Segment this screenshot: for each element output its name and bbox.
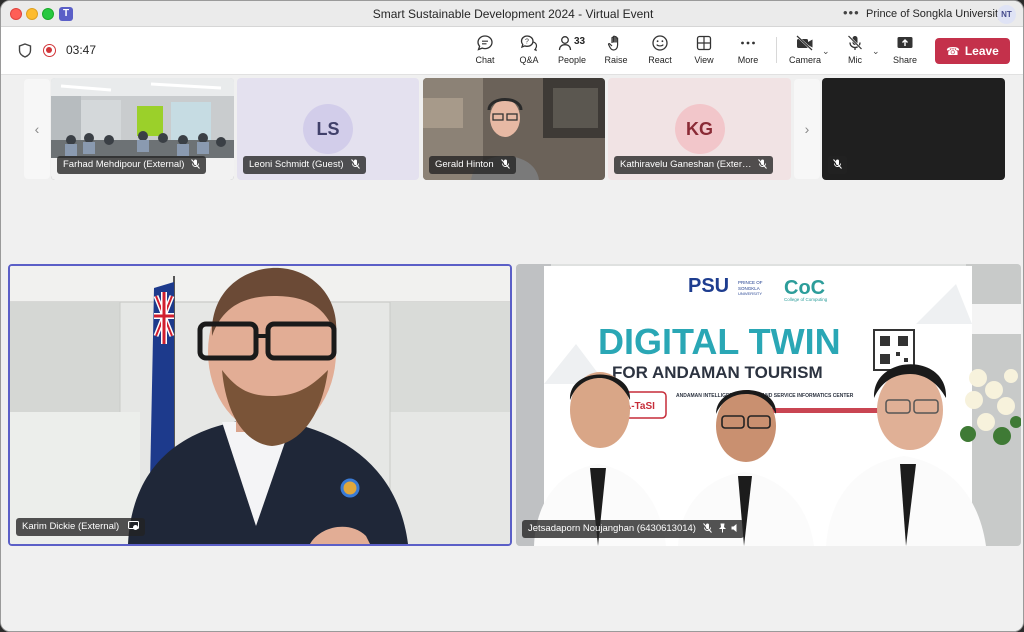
main-video-karim[interactable]: Karim Dickie (External): [8, 264, 512, 546]
participant-name: Leoni Schmidt (Guest): [249, 159, 344, 170]
people-label: People: [557, 55, 587, 65]
screen-share-indicator-icon: [128, 521, 140, 531]
recording-icon: [43, 44, 56, 57]
react-button[interactable]: React: [638, 32, 682, 70]
participant-name: Gerald Hinton: [435, 159, 494, 170]
banner-psu-small-1: PRINCE OF: [738, 280, 763, 285]
banner-psu-logo: PSU: [688, 275, 729, 297]
raise-hand-button[interactable]: Raise: [594, 32, 638, 70]
mic-muted-icon: [191, 159, 201, 170]
people-button[interactable]: 33 People: [550, 32, 594, 70]
mic-button[interactable]: Mic: [833, 32, 877, 70]
svg-text:?: ?: [525, 39, 529, 46]
participant-tile-leoni[interactable]: LS Leoni Schmidt (Guest): [237, 78, 419, 180]
participant-name: Kathiravelu Ganeshan (Exter…: [620, 159, 752, 170]
camera-off-icon: [796, 35, 813, 51]
more-options-icon[interactable]: •••: [843, 5, 860, 20]
speaker-icon: [731, 524, 737, 533]
title-bar: T Smart Sustainable Development 2024 - V…: [1, 1, 1023, 27]
leave-button[interactable]: ☎ Leave: [935, 38, 1010, 64]
participant-name-label: Kathiravelu Ganeshan (Exter…: [614, 156, 774, 174]
teams-window: T Smart Sustainable Development 2024 - V…: [0, 0, 1024, 632]
view-button[interactable]: View: [682, 32, 726, 70]
raise-label: Raise: [604, 55, 628, 65]
participant-name-label: [828, 156, 847, 174]
more-button[interactable]: More: [726, 32, 770, 70]
banner-title: DIGITAL TWIN: [598, 321, 841, 362]
participant-name-label: Jetsadaporn Noujanghan (6430613014): [522, 520, 744, 538]
participant-name: Jetsadaporn Noujanghan (6430613014): [528, 523, 696, 534]
video-feed-karim: [10, 266, 510, 544]
qa-label: Q&A: [519, 55, 539, 65]
chat-icon: [477, 35, 493, 51]
camera-options-chevron-icon[interactable]: ⌄: [822, 46, 830, 57]
mic-muted-icon: [758, 159, 768, 170]
people-count: 33: [574, 36, 586, 47]
participant-name-label: Gerald Hinton: [429, 156, 516, 174]
mic-options-chevron-icon[interactable]: ⌄: [872, 46, 880, 57]
participant-tile-kathiravelu[interactable]: KG Kathiravelu Ganeshan (Exter…: [608, 78, 791, 180]
mic-muted-icon: [500, 159, 510, 170]
banner-coc-subtitle: College of Computing: [784, 297, 828, 302]
ellipsis-icon: [741, 41, 755, 45]
participant-name-label: Karim Dickie (External): [16, 518, 146, 536]
smiley-icon: [652, 35, 668, 51]
raise-hand-icon: [607, 35, 619, 51]
camera-label: Camera: [788, 55, 821, 65]
organization-name: Prince of Songkla University: [866, 8, 1004, 20]
window-bottom-bar: [1, 612, 1023, 631]
share-screen-icon: [897, 37, 913, 48]
participant-name: Farhad Mehdipour (External): [63, 159, 185, 170]
chevron-right-icon: ›: [804, 121, 810, 137]
react-label: React: [648, 55, 672, 65]
mic-label: Mic: [848, 55, 862, 65]
shield-icon: [18, 43, 32, 58]
participant-tile-farhad[interactable]: Farhad Mehdipour (External): [51, 78, 234, 180]
qa-icon: ?: [520, 35, 538, 52]
banner-coc-logo: CoC: [784, 277, 825, 299]
video-feed-jetsadaporn: PSU PRINCE OF SONGKLA UNIVERSITY CoC Col…: [516, 264, 1021, 546]
participant-initials-avatar: KG: [674, 104, 725, 154]
participant-tile-gerald[interactable]: Gerald Hinton: [423, 78, 605, 180]
chevron-left-icon: ‹: [34, 121, 40, 137]
pin-icon[interactable]: [718, 523, 727, 533]
banner-subtitle: FOR ANDAMAN TOURISM: [612, 363, 823, 382]
mic-off-icon: [847, 35, 863, 50]
participant-name-label: Farhad Mehdipour (External): [57, 156, 207, 174]
strip-previous-button[interactable]: ‹: [24, 79, 50, 179]
mic-muted-icon: [833, 159, 842, 170]
leave-label: Leave: [964, 44, 999, 58]
meeting-timer: 03:47: [66, 43, 97, 57]
participant-tile-blank[interactable]: [822, 78, 1005, 180]
strip-next-button[interactable]: ›: [794, 79, 820, 179]
share-label: Share: [892, 55, 918, 65]
camera-button[interactable]: Camera: [783, 32, 827, 70]
banner-psu-small-3: UNIVERSITY: [738, 291, 762, 296]
hang-up-icon: ☎: [946, 46, 960, 58]
participant-name-label: Leoni Schmidt (Guest): [243, 156, 366, 174]
meeting-toolbar: 03:47 Chat ? Q&A 33 People Raise React V…: [1, 27, 1023, 75]
user-avatar[interactable]: NT: [997, 5, 1016, 24]
grid-view-icon: [696, 35, 712, 51]
mic-muted-icon: [350, 159, 360, 170]
participant-initials-avatar: LS: [303, 104, 353, 154]
mic-muted-icon: [703, 523, 712, 534]
view-label: View: [694, 55, 714, 65]
more-label: More: [737, 55, 759, 65]
chat-label: Chat: [475, 55, 495, 65]
share-button[interactable]: Share: [883, 32, 927, 70]
chat-button[interactable]: Chat: [463, 32, 507, 70]
participant-name: Karim Dickie (External): [22, 521, 120, 532]
main-video-jetsadaporn[interactable]: PSU PRINCE OF SONGKLA UNIVERSITY CoC Col…: [516, 264, 1021, 546]
qa-button[interactable]: ? Q&A: [507, 32, 551, 70]
toolbar-divider: [776, 37, 777, 63]
